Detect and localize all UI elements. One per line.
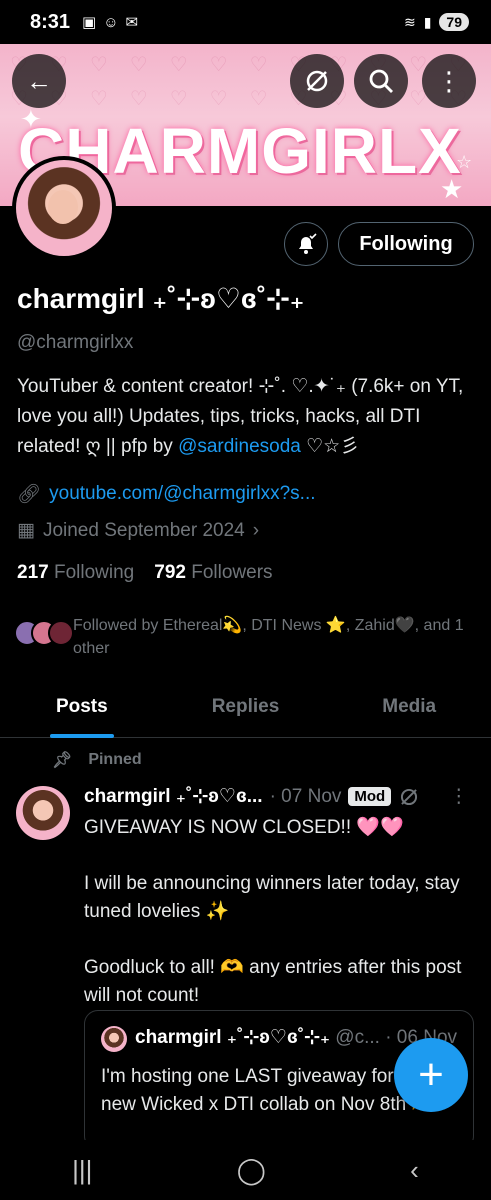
back-nav-icon[interactable]: ‹ <box>410 1155 419 1186</box>
mod-badge: Mod <box>348 787 392 806</box>
link-icon: 🔗︎ <box>17 484 42 505</box>
bio-mention-link[interactable]: @sardinesoda <box>178 436 301 457</box>
post-line: I will be announcing winners later today… <box>84 873 460 922</box>
status-bar: 8:31 ▣ ☺ ✉ ≋ ▮ 79 <box>0 0 491 44</box>
grok-button[interactable] <box>290 54 344 108</box>
profile-avatar[interactable] <box>12 156 116 260</box>
pin-icon: 📌︎ <box>52 752 73 769</box>
search-button[interactable] <box>354 54 408 108</box>
tab-media[interactable]: Media <box>327 678 491 737</box>
system-icons: ≋ ▮ 79 <box>404 13 469 31</box>
quoted-avatar <box>101 1026 127 1052</box>
joined-row[interactable]: ▦ Joined September 2024 › <box>17 519 259 542</box>
notification-icons: ▣ ☺ ✉ <box>82 13 139 32</box>
post-avatar[interactable] <box>16 786 70 840</box>
profile-link-row[interactable]: 🔗︎ youtube.com/@charmgirlxx?s... <box>17 482 316 506</box>
profile-tabs: Posts Replies Media <box>0 678 491 738</box>
chevron-right-icon: › <box>252 519 260 541</box>
following-stat[interactable]: 217 Following <box>17 562 134 584</box>
tab-posts[interactable]: Posts <box>0 678 164 737</box>
home-icon[interactable]: ◯ <box>237 1155 266 1186</box>
recent-apps-icon[interactable]: ||| <box>72 1155 92 1186</box>
post-more-icon[interactable]: ⋮ <box>449 785 468 808</box>
post-line: GIVEAWAY IS NOW CLOSED!! 🩷🩷 <box>84 817 404 838</box>
back-button[interactable]: ← <box>12 54 66 108</box>
following-button[interactable]: Following <box>338 222 474 266</box>
gmail-icon: ✉ <box>125 14 139 31</box>
bio-tail: ♡☆彡 <box>300 436 360 457</box>
profile-bio: YouTuber & content creator! ⊹˚. ♡.✦˙₊ (7… <box>17 372 477 462</box>
wifi-icon: ≋ <box>403 13 416 30</box>
follow-stats: 217 Following 792 Followers <box>17 562 273 584</box>
post-body: GIVEAWAY IS NOW CLOSED!! 🩷🩷 I will be an… <box>84 814 476 1010</box>
screenshot-icon: ▣ <box>82 14 97 31</box>
post-date: · 07 Nov <box>269 785 342 807</box>
post-author[interactable]: charmgirl ₊˚⊹ʚ♡ɞ... <box>84 785 263 808</box>
grok-icon[interactable] <box>398 786 420 808</box>
post-header: charmgirl ₊˚⊹ʚ♡ɞ... · 07 Nov Mod ⋮ <box>84 785 468 808</box>
snapchat-icon: ☺ <box>103 13 119 31</box>
search-icon <box>369 69 393 93</box>
status-time: 8:31 <box>30 10 71 33</box>
followed-by-row[interactable]: Followed by Ethereal💫, DTI News ⭐, Zahid… <box>14 614 476 660</box>
username-handle: @charmgirlxx <box>17 332 134 353</box>
signal-icon: ▮ <box>423 13 432 30</box>
profile-website-link[interactable]: youtube.com/@charmgirlxx?s... <box>49 483 315 505</box>
followers-stat[interactable]: 792 Followers <box>154 562 272 584</box>
post-line: Goodluck to all! 🫶 any entries after thi… <box>84 957 462 1006</box>
joined-date: Joined September 2024 <box>42 519 245 541</box>
banner-hearts-row2: ♡♡♡♡♡♡♡♡♡♡♡♡ <box>10 88 490 110</box>
calendar-icon: ▦ <box>17 520 35 541</box>
bell-check-icon <box>299 233 317 254</box>
notifications-button[interactable] <box>284 222 328 266</box>
more-options-button[interactable]: ⋮ <box>422 54 476 108</box>
android-nav-bar: ||| ◯ ‹ <box>0 1140 491 1200</box>
display-name: charmgirl ₊˚⊹ʚ♡ɞ˚⊹₊ <box>17 283 305 314</box>
pinned-indicator: 📌︎ Pinned <box>52 750 142 770</box>
followed-by-text: Followed by Ethereal💫, DTI News ⭐, Zahid… <box>73 617 464 657</box>
compose-post-button[interactable]: + <box>394 1038 468 1112</box>
banner-hearts: ♡♡♡♡♡♡♡♡♡♡♡♡ <box>10 54 490 76</box>
more-vertical-icon: ⋮ <box>436 65 462 96</box>
tab-replies[interactable]: Replies <box>164 678 328 737</box>
avatar-image <box>16 160 112 256</box>
grok-icon <box>306 70 328 92</box>
pinned-label: Pinned <box>88 751 142 768</box>
battery-indicator: 79 <box>439 13 469 31</box>
back-arrow-icon: ← <box>26 65 52 96</box>
follower-avatar <box>48 620 74 646</box>
follower-avatars <box>14 620 74 660</box>
